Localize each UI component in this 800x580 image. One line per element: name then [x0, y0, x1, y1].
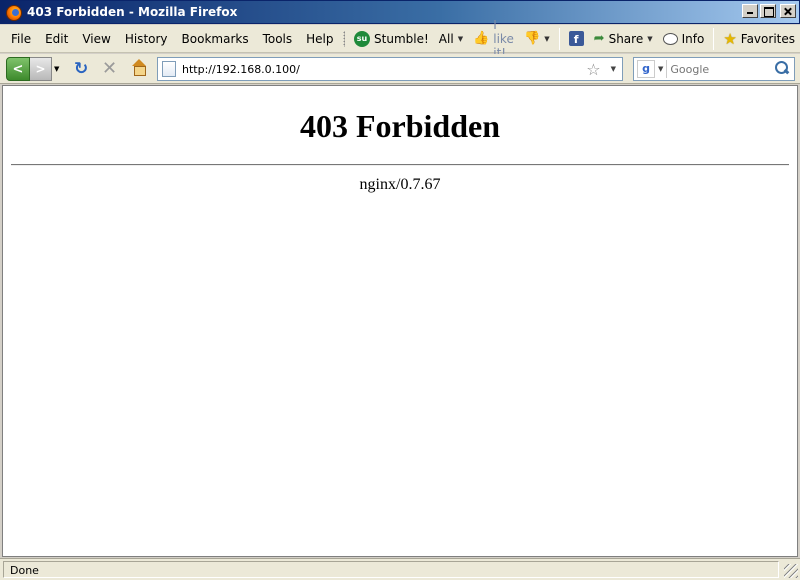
home-icon[interactable]: [131, 59, 147, 76]
menu-view[interactable]: View: [75, 30, 117, 48]
url-bar[interactable]: http://192.168.0.100/ ☆ ▼: [157, 57, 623, 81]
forward-button[interactable]: >: [30, 57, 52, 81]
star-icon: ★: [723, 29, 737, 48]
navigation-toolbar: < > ▼ ↻ ✕ http://192.168.0.100/ ☆ ▼ g ▼: [0, 54, 800, 84]
thumbs-down-button[interactable]: 👎 ▼: [519, 29, 555, 48]
stumbleupon-icon: su: [354, 30, 371, 47]
close-button[interactable]: [780, 4, 796, 18]
window-controls: [742, 4, 796, 18]
chevron-down-icon: ▼: [544, 34, 550, 43]
speech-bubble-icon: [662, 32, 678, 45]
search-bar[interactable]: g ▼: [633, 57, 795, 81]
server-signature: nginx/0.7.67: [359, 176, 441, 193]
share-icon: ➦: [593, 31, 605, 46]
page-icon: [162, 61, 176, 77]
google-icon[interactable]: g: [637, 60, 655, 78]
stumble-label: Stumble!: [374, 31, 429, 46]
url-input[interactable]: http://192.168.0.100/: [182, 63, 586, 76]
all-label: All: [438, 31, 454, 46]
arrow-left-icon: <: [12, 61, 24, 77]
toolbar-separator: [713, 27, 715, 50]
info-button[interactable]: Info: [658, 30, 710, 48]
resize-grip[interactable]: [784, 564, 798, 578]
page-heading: 403 Forbidden: [299, 108, 501, 144]
window-title: 403 Forbidden - Mozilla Firefox: [27, 5, 238, 19]
page-content[interactable]: 403 Forbidden nginx/0.7.67: [2, 85, 798, 557]
thumbs-down-icon: 👎: [524, 31, 541, 46]
search-icon[interactable]: [773, 60, 791, 78]
menu-bookmarks[interactable]: Bookmarks: [175, 30, 256, 48]
menu-file[interactable]: File: [4, 30, 38, 48]
facebook-icon: f: [568, 31, 584, 46]
divider: [11, 164, 789, 166]
status-bar: Done: [0, 558, 800, 580]
chevron-down-icon: ▼: [457, 34, 464, 43]
search-engine-dropdown-icon[interactable]: ▼: [658, 65, 663, 73]
arrow-right-icon: >: [35, 62, 46, 76]
maximize-button[interactable]: [760, 4, 776, 18]
back-button[interactable]: <: [6, 57, 30, 81]
bookmark-star-icon[interactable]: ☆: [586, 60, 600, 79]
info-label: Info: [681, 31, 705, 46]
menu-help[interactable]: Help: [299, 30, 340, 48]
menu-tools[interactable]: Tools: [256, 30, 300, 48]
stop-icon[interactable]: ✕: [102, 58, 117, 79]
all-dropdown[interactable]: All ▼: [434, 30, 468, 48]
toolbar-grip[interactable]: [342, 30, 346, 47]
share-button[interactable]: ➦ Share ▼: [589, 29, 658, 48]
url-history-dropdown-icon[interactable]: ▼: [611, 65, 616, 73]
history-dropdown-icon[interactable]: ▼: [54, 65, 59, 73]
thumbs-up-icon: 👍: [473, 31, 490, 46]
stumble-button[interactable]: su Stumble!: [349, 29, 434, 49]
menu-history[interactable]: History: [118, 30, 175, 48]
back-forward-group: < > ▼: [6, 57, 64, 81]
menu-bar: File Edit View History Bookmarks Tools H…: [0, 18, 800, 60]
firefox-icon[interactable]: [6, 5, 22, 21]
minimize-button[interactable]: [742, 4, 758, 18]
share-label: Share: [608, 31, 644, 46]
status-text: Done: [3, 561, 779, 578]
chevron-down-icon: ▼: [647, 34, 653, 43]
title-bar[interactable]: 403 Forbidden - Mozilla Firefox: [0, 0, 800, 24]
facebook-button[interactable]: f: [564, 29, 589, 48]
favorites-label: Favorites: [740, 31, 795, 46]
menu-edit[interactable]: Edit: [38, 30, 75, 48]
search-input[interactable]: [666, 60, 773, 78]
reload-icon[interactable]: ↻: [74, 59, 88, 79]
favorites-button[interactable]: ★ Favorites: [718, 28, 800, 50]
toolbar-separator: [558, 27, 560, 50]
